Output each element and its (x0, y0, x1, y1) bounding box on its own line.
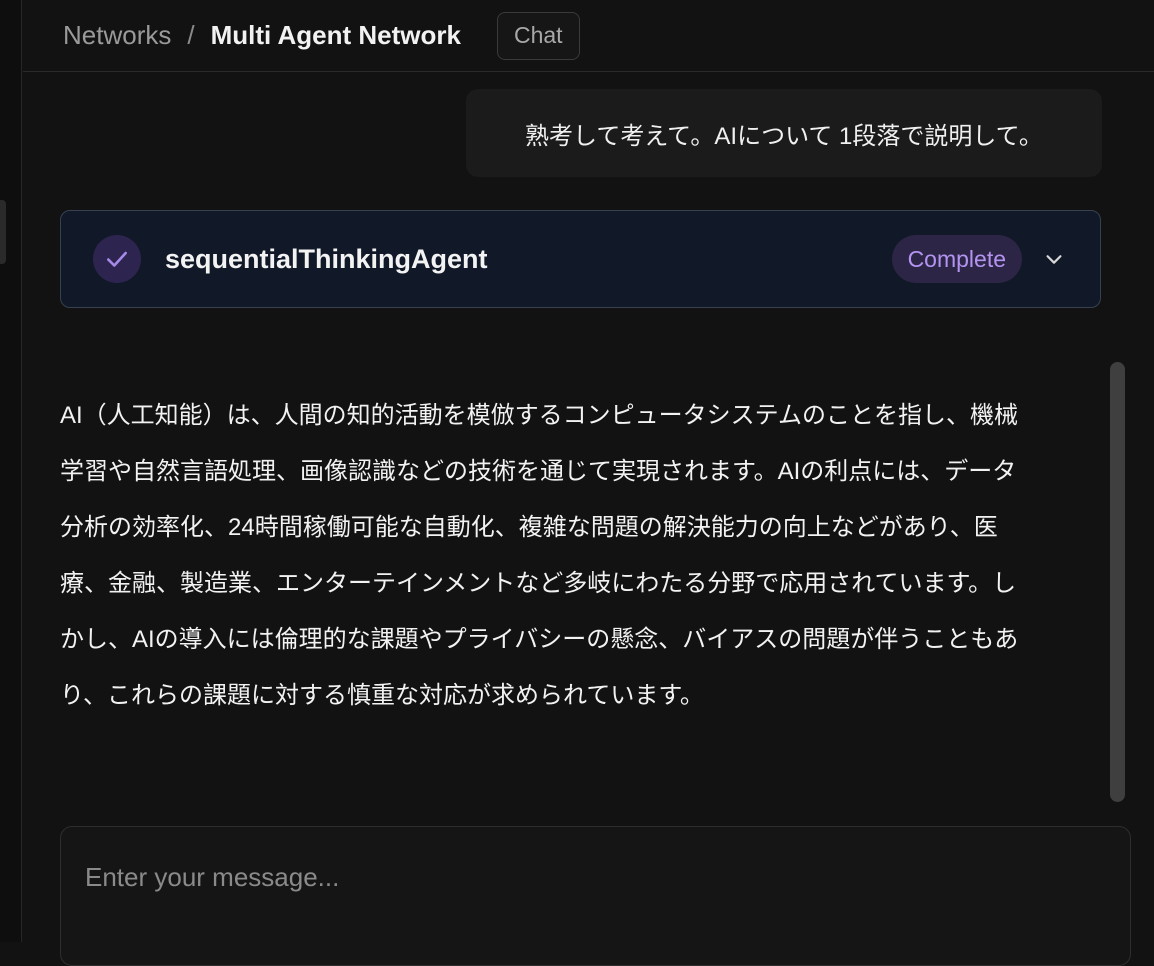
sidebar-toggle-handle[interactable] (0, 200, 6, 264)
breadcrumb-current: Multi Agent Network (210, 20, 461, 50)
user-message-bubble: 熟考して考えて。AIについて 1段落で説明して。 (466, 89, 1102, 177)
page-header: Networks / Multi Agent Network Chat (23, 0, 1154, 72)
agent-status-card[interactable]: sequentialThinkingAgent Complete (60, 210, 1101, 308)
status-badge: Complete (891, 235, 1022, 283)
breadcrumb-networks-link[interactable]: Networks (63, 20, 171, 51)
agent-response-text: AI（人工知能）は、人間の知的活動を模倣するコンピュータシステムのことを指し、機… (60, 402, 1019, 709)
agent-name: sequentialThinkingAgent (165, 243, 488, 274)
chevron-down-icon[interactable] (1040, 245, 1068, 273)
scrollbar[interactable] (1110, 362, 1125, 802)
message-input[interactable] (85, 857, 1085, 897)
breadcrumb-separator: / (187, 20, 195, 50)
message-composer (60, 826, 1131, 966)
sidebar-edge (0, 0, 22, 942)
check-icon (93, 235, 141, 283)
tab-chat[interactable]: Chat (496, 11, 580, 60)
